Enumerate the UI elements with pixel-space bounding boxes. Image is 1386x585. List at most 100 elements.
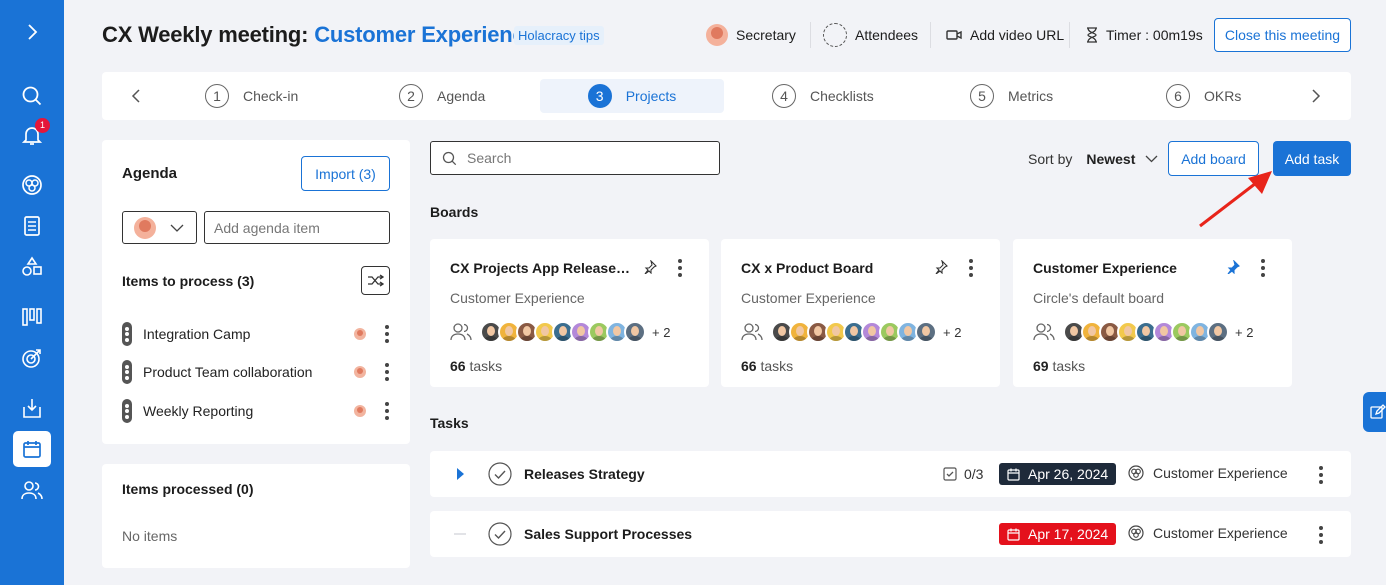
- shuffle-icon: [367, 274, 384, 287]
- step-number: 6: [1166, 84, 1190, 108]
- board-card[interactable]: Customer Experience Circle's default boa…: [1013, 239, 1292, 387]
- extra-members-count: + 2: [652, 324, 671, 340]
- list-item[interactable]: Integration Camp: [122, 321, 392, 347]
- drag-handle-icon[interactable]: [122, 322, 132, 346]
- step-label: Metrics: [1008, 88, 1054, 104]
- circle-name: Customer Experience: [1153, 465, 1288, 481]
- task-count-value: 69: [1033, 358, 1049, 374]
- more-options-icon[interactable]: [382, 402, 392, 420]
- meeting-timer[interactable]: Timer : 00m19s: [1086, 24, 1203, 46]
- calendar-icon[interactable]: [13, 431, 51, 467]
- boards-icon[interactable]: [13, 299, 51, 335]
- hourglass-icon: [1086, 27, 1098, 43]
- board-task-count: 66 tasks: [741, 358, 793, 374]
- table-row[interactable]: Sales Support Processes Apr 17, 2024 Cus…: [430, 511, 1351, 557]
- step-label: OKRs: [1204, 88, 1242, 104]
- import-button[interactable]: Import (3): [301, 156, 390, 191]
- task-circle[interactable]: Customer Experience: [1128, 465, 1288, 481]
- secretary-avatar: [706, 24, 728, 46]
- expand-caret-icon[interactable]: [456, 468, 464, 480]
- pin-icon[interactable]: [934, 260, 948, 274]
- due-date-badge[interactable]: Apr 26, 2024: [999, 463, 1117, 485]
- step-agenda[interactable]: 2 Agenda: [399, 79, 485, 113]
- step-label: Projects: [625, 88, 677, 104]
- item-owner-avatar: [354, 405, 366, 417]
- complete-check-icon[interactable]: [488, 462, 512, 486]
- more-options-icon[interactable]: [1316, 526, 1326, 544]
- step-checklists[interactable]: 4 Checklists: [772, 79, 874, 113]
- step-label: Check-in: [243, 88, 299, 104]
- more-options-icon[interactable]: [382, 325, 392, 343]
- holacracy-tips-link[interactable]: Holacracy tips: [514, 26, 604, 45]
- due-date: Apr 26, 2024: [1028, 466, 1109, 482]
- circles-icon[interactable]: [13, 167, 51, 203]
- drag-handle-icon[interactable]: [122, 360, 132, 384]
- table-row[interactable]: Releases Strategy 0/3 Apr 26, 2024 Custo…: [430, 451, 1351, 497]
- items-processed-panel: Items processed (0) No items: [102, 464, 410, 568]
- owner-select[interactable]: [122, 211, 197, 244]
- pin-filled-icon[interactable]: [1226, 260, 1240, 274]
- step-metrics[interactable]: 5 Metrics: [970, 79, 1053, 113]
- step-projects[interactable]: 3 Projects: [540, 79, 724, 113]
- board-card[interactable]: CX Projects App Release Board Customer E…: [430, 239, 709, 387]
- secretary-selector[interactable]: Secretary: [706, 24, 796, 46]
- owner-avatar: [134, 216, 156, 239]
- circles-icon: [1128, 465, 1144, 481]
- agenda-item-label: Product Team collaboration: [143, 364, 313, 380]
- step-number: 2: [399, 84, 423, 108]
- item-owner-avatar: [354, 328, 366, 340]
- download-icon[interactable]: [13, 390, 51, 426]
- pin-icon[interactable]: [643, 260, 657, 274]
- avatar: [1207, 321, 1229, 343]
- task-count-value: 66: [741, 358, 757, 374]
- agenda-item-input[interactable]: Add agenda item: [204, 211, 390, 244]
- drag-handle-icon[interactable]: [122, 399, 132, 423]
- more-options-icon[interactable]: [1258, 259, 1268, 277]
- steps-next-icon[interactable]: [1311, 89, 1321, 103]
- add-video-url-button[interactable]: Add video URL: [946, 24, 1064, 46]
- more-options-icon[interactable]: [675, 259, 685, 277]
- board-title: Customer Experience: [1033, 260, 1177, 276]
- complete-check-icon[interactable]: [488, 522, 512, 546]
- board-card[interactable]: CX x Product Board Customer Experience +…: [721, 239, 1000, 387]
- close-meeting-button[interactable]: Close this meeting: [1214, 18, 1351, 52]
- search-icon[interactable]: [13, 78, 51, 114]
- board-task-count: 69 tasks: [1033, 358, 1085, 374]
- shapes-icon[interactable]: [13, 249, 51, 285]
- board-title: CX x Product Board: [741, 260, 874, 276]
- more-options-icon[interactable]: [382, 363, 392, 381]
- board-title: CX Projects App Release Board: [450, 260, 630, 276]
- people-icon[interactable]: [13, 472, 51, 508]
- items-processed-label: Items processed (0): [122, 481, 254, 497]
- search-input[interactable]: Search: [430, 141, 720, 175]
- document-icon[interactable]: [13, 208, 51, 244]
- shuffle-button[interactable]: [361, 266, 390, 295]
- step-number: 4: [772, 84, 796, 108]
- sort-control[interactable]: Sort by Newest: [1028, 151, 1158, 167]
- video-url-label: Add video URL: [970, 27, 1065, 43]
- task-circle[interactable]: Customer Experience: [1128, 525, 1288, 541]
- page-title: CX Weekly meeting: Customer Experience: [102, 22, 537, 48]
- extra-members-count: + 2: [1235, 324, 1254, 340]
- sort-value: Newest: [1086, 151, 1136, 167]
- extra-members-count: + 2: [943, 324, 962, 340]
- step-number: 5: [970, 84, 994, 108]
- step-number: 1: [205, 84, 229, 108]
- chevron-right-icon[interactable]: [13, 14, 51, 50]
- board-members: + 2: [1033, 321, 1253, 343]
- step-okrs[interactable]: 6 OKRs: [1166, 79, 1241, 113]
- target-icon[interactable]: [13, 340, 51, 376]
- list-item[interactable]: Product Team collaboration: [122, 359, 392, 385]
- more-options-icon[interactable]: [1316, 466, 1326, 484]
- title-circle-link[interactable]: Customer Experience: [314, 22, 537, 47]
- add-task-button[interactable]: Add task: [1273, 141, 1351, 176]
- floating-edit-button[interactable]: [1363, 392, 1386, 432]
- due-date-badge[interactable]: Apr 17, 2024: [999, 523, 1117, 545]
- edit-icon: [1370, 404, 1386, 420]
- step-check-in[interactable]: 1 Check-in: [205, 79, 298, 113]
- list-item[interactable]: Weekly Reporting: [122, 398, 392, 424]
- attendees-selector[interactable]: Attendees: [823, 23, 918, 47]
- steps-prev-icon[interactable]: [131, 89, 141, 103]
- more-options-icon[interactable]: [966, 259, 976, 277]
- notification-badge: 1: [35, 118, 50, 133]
